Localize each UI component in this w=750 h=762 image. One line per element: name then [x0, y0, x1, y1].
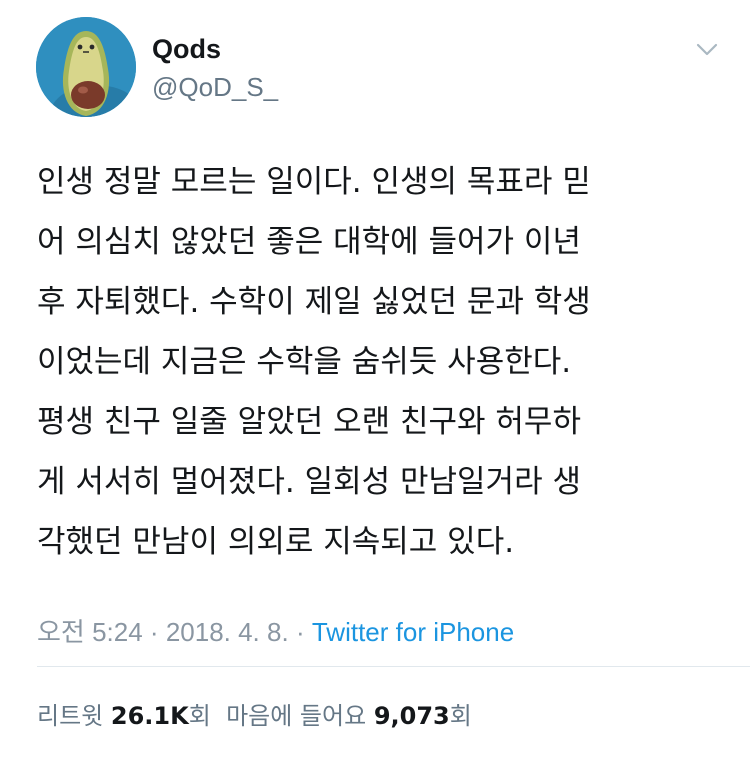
- tweet-source-link[interactable]: Twitter for iPhone: [312, 617, 514, 647]
- tweet-text-line: 후 자퇴했다. 수학이 제일 싫었던 문과 학생: [37, 284, 591, 320]
- retweet-stat[interactable]: 리트윗 26.1K회: [37, 702, 211, 730]
- tweet-text-line: 어 의심치 않았던 좋은 대학에 들어가 이년: [37, 224, 581, 260]
- tweet-text-line: 평생 친구 일줄 알았던 오랜 친구와 허무하: [37, 404, 581, 440]
- retweet-label: 리트윗: [37, 702, 104, 730]
- tweet-text-line: 게 서서히 멀어졌다. 일회성 만남일거라 생: [37, 464, 581, 500]
- like-label: 마음에 들어요: [226, 702, 367, 730]
- avatar[interactable]: [36, 17, 136, 117]
- tweet-text: 인생 정말 모르는 일이다. 인생의 목표라 믿 어 의심치 않았던 좋은 대학…: [37, 152, 727, 572]
- tweet-text-line: 이었는데 지금은 수학을 숨쉬듯 사용한다.: [37, 344, 572, 380]
- meta-separator: ·: [149, 617, 159, 647]
- tweet-metadata: 오전 5:24 · 2018. 4. 8. · Twitter for iPho…: [37, 612, 727, 649]
- avocado-avatar-image: [36, 17, 136, 117]
- divider: [37, 666, 750, 667]
- like-unit: 회: [449, 702, 472, 730]
- retweet-unit: 회: [188, 702, 211, 730]
- tweet-time[interactable]: 오전 5:24: [37, 617, 143, 647]
- tweet-text-line: 인생 정말 모르는 일이다. 인생의 목표라 믿: [37, 164, 591, 200]
- meta-separator: ·: [295, 617, 305, 647]
- user-handle[interactable]: @QoD_S_: [152, 72, 278, 103]
- like-count: 9,073: [373, 702, 450, 730]
- tweet-date[interactable]: 2018. 4. 8.: [166, 617, 289, 647]
- retweet-count: 26.1K: [110, 702, 189, 730]
- like-stat[interactable]: 마음에 들어요 9,073회: [226, 702, 472, 730]
- user-display-name[interactable]: Qods: [152, 34, 221, 65]
- chevron-down-icon[interactable]: [692, 34, 722, 64]
- tweet-text-line: 각했던 만남이 의외로 지속되고 있다.: [37, 524, 515, 560]
- tweet-stats: 리트윗 26.1K회 마음에 들어요 9,073회: [37, 696, 472, 731]
